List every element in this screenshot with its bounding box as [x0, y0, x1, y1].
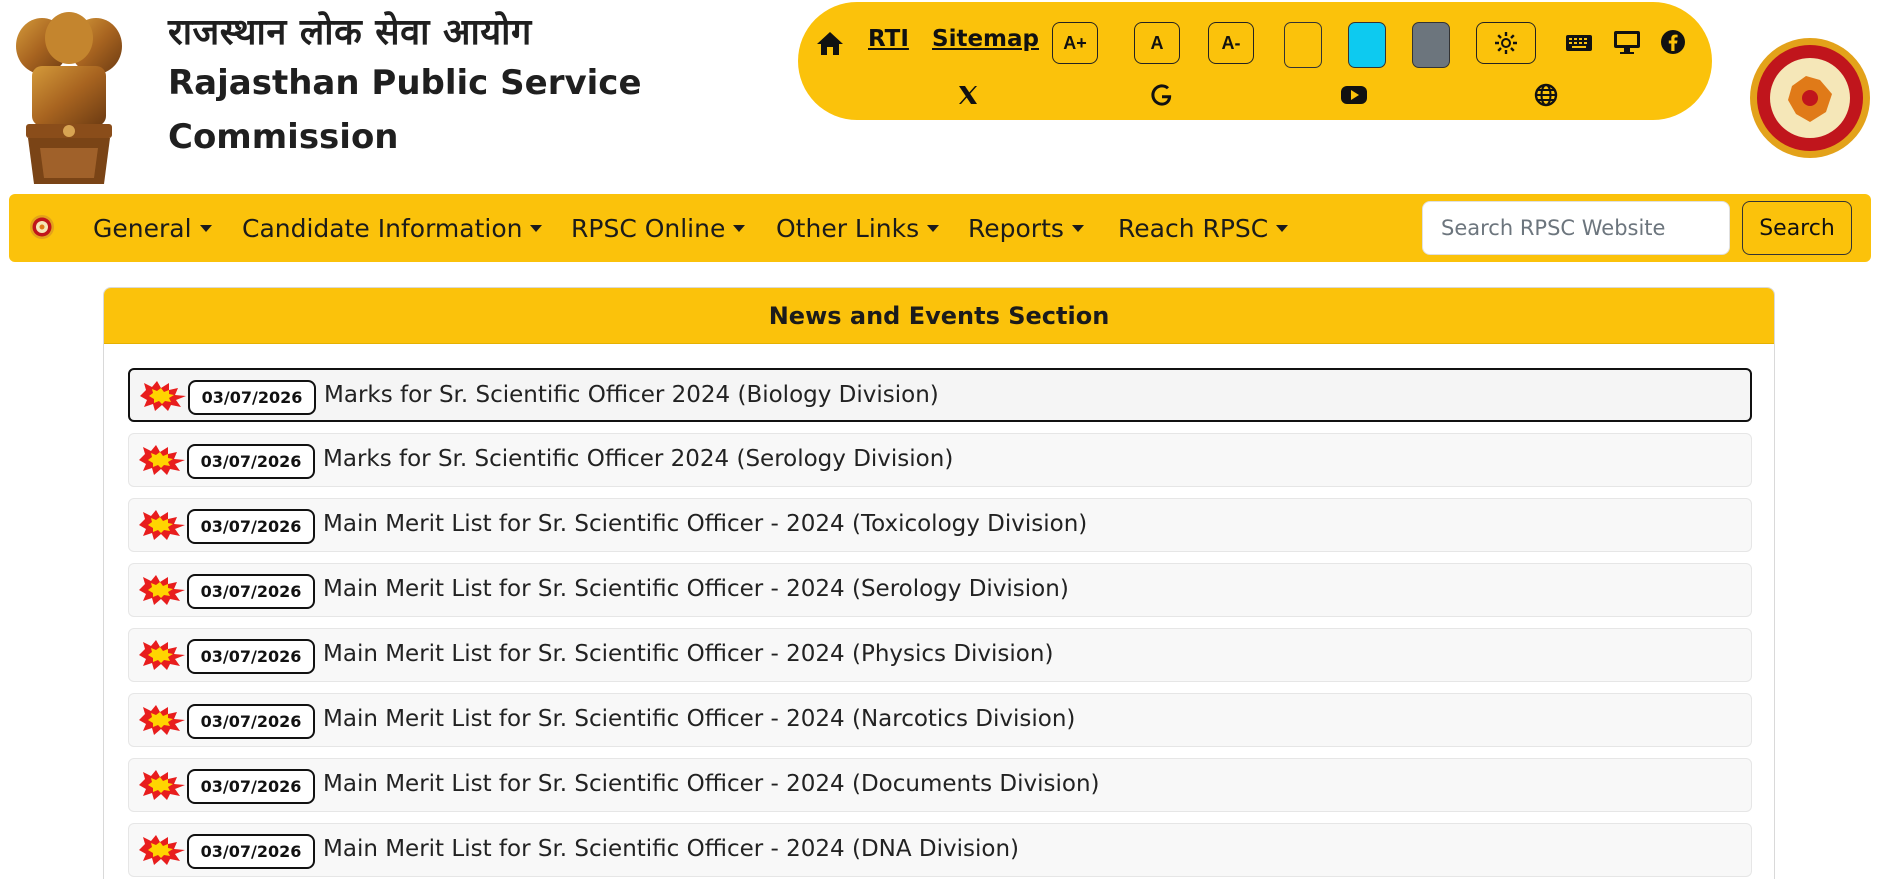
news-date-badge: 03/07/2026: [187, 769, 315, 804]
news-item[interactable]: 03/07/2026 Marks for Sr. Scientific Offi…: [128, 433, 1752, 487]
news-item-title[interactable]: Marks for Sr. Scientific Officer 2024 (B…: [324, 382, 939, 408]
caret-down-icon: [1276, 225, 1289, 232]
search-button[interactable]: Search: [1742, 201, 1852, 255]
new-badge-icon: [137, 834, 187, 866]
nav-general-label: General: [93, 214, 192, 243]
rpsc-mini-logo-icon[interactable]: [29, 214, 55, 240]
news-section-heading: News and Events Section: [104, 288, 1774, 344]
site-title: राजस्थान लोक सेवा आयोग Rajasthan Public …: [168, 10, 642, 164]
nav-reports-label: Reports: [968, 214, 1064, 243]
caret-down-icon: [927, 225, 940, 232]
nav-general[interactable]: General: [93, 214, 212, 243]
news-item-title[interactable]: Main Merit List for Sr. Scientific Offic…: [323, 576, 1069, 602]
news-date-badge: 03/07/2026: [187, 834, 315, 869]
x-twitter-icon[interactable]: [954, 82, 982, 108]
national-emblem-logo: [10, 8, 128, 186]
news-item[interactable]: 03/07/2026 Main Merit List for Sr. Scien…: [128, 758, 1752, 812]
new-badge-icon: [138, 380, 188, 412]
news-item[interactable]: 03/07/2026 Main Merit List for Sr. Scien…: [128, 498, 1752, 552]
font-normal-button[interactable]: A: [1134, 22, 1180, 64]
nav-other-links-label: Other Links: [776, 214, 920, 243]
news-date-badge: 03/07/2026: [187, 444, 315, 479]
google-icon[interactable]: [1148, 82, 1176, 108]
new-badge-icon: [137, 509, 187, 541]
news-item[interactable]: 03/07/2026 Main Merit List for Sr. Scien…: [128, 693, 1752, 747]
caret-down-icon: [1071, 225, 1084, 232]
nav-rpsc-online-label: RPSC Online: [571, 214, 726, 243]
news-item-title[interactable]: Main Merit List for Sr. Scientific Offic…: [323, 706, 1075, 732]
caret-down-icon: [199, 225, 212, 232]
news-date-badge: 03/07/2026: [188, 380, 316, 415]
sitemap-link[interactable]: Sitemap: [932, 26, 1039, 52]
nav-reach-rpsc-label: Reach RPSC: [1118, 214, 1269, 243]
desktop-icon[interactable]: [1612, 28, 1642, 56]
theme-cyan-button[interactable]: [1348, 22, 1386, 68]
caret-down-icon: [733, 225, 746, 232]
news-item[interactable]: 03/07/2026 Marks for Sr. Scientific Offi…: [128, 368, 1752, 422]
nav-other-links[interactable]: Other Links: [776, 214, 940, 243]
new-badge-icon: [137, 639, 187, 671]
news-item[interactable]: 03/07/2026 Main Merit List for Sr. Scien…: [128, 628, 1752, 682]
theme-yellow-button[interactable]: [1284, 22, 1322, 68]
theme-gray-button[interactable]: [1412, 22, 1450, 68]
settings-button[interactable]: [1476, 22, 1536, 64]
new-badge-icon: [137, 444, 187, 476]
new-badge-icon: [137, 769, 187, 801]
rpsc-seal-logo: [1748, 36, 1872, 160]
nav-candidate-information[interactable]: Candidate Information: [242, 214, 543, 243]
news-item-title[interactable]: Marks for Sr. Scientific Officer 2024 (S…: [323, 446, 953, 472]
nav-reports[interactable]: Reports: [968, 214, 1084, 243]
news-item[interactable]: 03/07/2026 Main Merit List for Sr. Scien…: [128, 563, 1752, 617]
search-input[interactable]: [1422, 201, 1730, 255]
font-decrease-button[interactable]: A-: [1208, 22, 1254, 64]
news-list: 03/07/2026 Marks for Sr. Scientific Offi…: [128, 368, 1752, 879]
utility-bar: RTI Sitemap A+ A A-: [798, 2, 1712, 120]
facebook-icon[interactable]: [1658, 28, 1688, 56]
news-events-card: News and Events Section 03/07/2026 Marks…: [103, 287, 1775, 879]
news-item-title[interactable]: Main Merit List for Sr. Scientific Offic…: [323, 836, 1019, 862]
site-title-english-line1: Rajasthan Public Service: [168, 63, 642, 103]
globe-icon[interactable]: [1532, 82, 1560, 108]
keyboard-icon[interactable]: [1564, 30, 1594, 56]
news-date-badge: 03/07/2026: [187, 509, 315, 544]
nav-reach-rpsc[interactable]: Reach RPSC: [1118, 214, 1289, 243]
caret-down-icon: [530, 225, 543, 232]
site-title-english-line2: Commission: [168, 117, 399, 157]
rti-link[interactable]: RTI: [868, 26, 909, 52]
font-increase-button[interactable]: A+: [1052, 22, 1098, 64]
new-badge-icon: [137, 704, 187, 736]
nav-rpsc-online[interactable]: RPSC Online: [571, 214, 746, 243]
news-item-title[interactable]: Main Merit List for Sr. Scientific Offic…: [323, 641, 1053, 667]
home-icon[interactable]: [814, 28, 846, 58]
gear-icon: [1495, 32, 1517, 54]
news-date-badge: 03/07/2026: [187, 639, 315, 674]
news-date-badge: 03/07/2026: [187, 574, 315, 609]
news-item-title[interactable]: Main Merit List for Sr. Scientific Offic…: [323, 771, 1100, 797]
new-badge-icon: [137, 574, 187, 606]
main-navbar: General Candidate Information RPSC Onlin…: [9, 194, 1871, 262]
news-item[interactable]: 03/07/2026 Main Merit List for Sr. Scien…: [128, 823, 1752, 877]
news-item-title[interactable]: Main Merit List for Sr. Scientific Offic…: [323, 511, 1087, 537]
site-title-hindi: राजस्थान लोक सेवा आयोग: [168, 12, 532, 53]
nav-candidate-information-label: Candidate Information: [242, 214, 523, 243]
news-date-badge: 03/07/2026: [187, 704, 315, 739]
youtube-icon[interactable]: [1338, 82, 1370, 108]
